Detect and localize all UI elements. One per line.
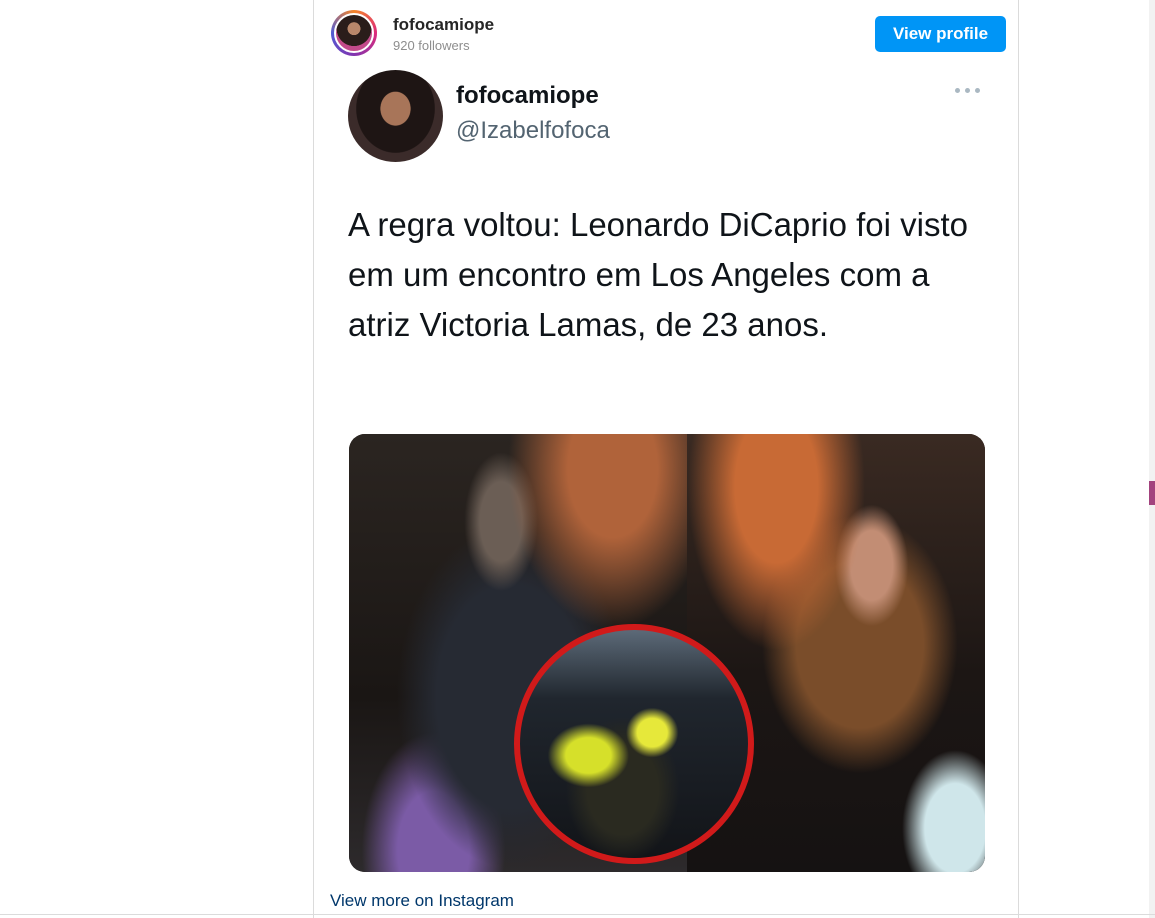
followers-count: 920 followers [393, 38, 470, 53]
tweet-media [349, 434, 985, 872]
instagram-header: fofocamiope 920 followers View profile [314, 0, 1018, 62]
more-horizontal-icon [955, 88, 983, 98]
tweet-handle: @Izabelfofoca [456, 117, 610, 144]
scrollbar-track[interactable] [1149, 0, 1155, 918]
avatar-image [334, 13, 374, 53]
tweet-display-name: fofocamiope [456, 82, 599, 109]
tweet-screenshot[interactable]: fofocamiope @Izabelfofoca A regra voltou… [314, 62, 1018, 888]
view-profile-button[interactable]: View profile [875, 16, 1006, 52]
username[interactable]: fofocamiope [393, 15, 494, 35]
view-more-link[interactable]: View more on Instagram [330, 891, 514, 911]
profile-avatar[interactable] [331, 10, 377, 56]
highlight-circle [514, 624, 754, 864]
instagram-embed: fofocamiope 920 followers View profile f… [313, 0, 1019, 918]
scrollbar-thumb[interactable] [1149, 481, 1155, 505]
tweet-avatar [348, 70, 443, 162]
divider [0, 914, 1155, 915]
tweet-text: A regra voltou: Leonardo DiCaprio foi vi… [348, 206, 969, 343]
